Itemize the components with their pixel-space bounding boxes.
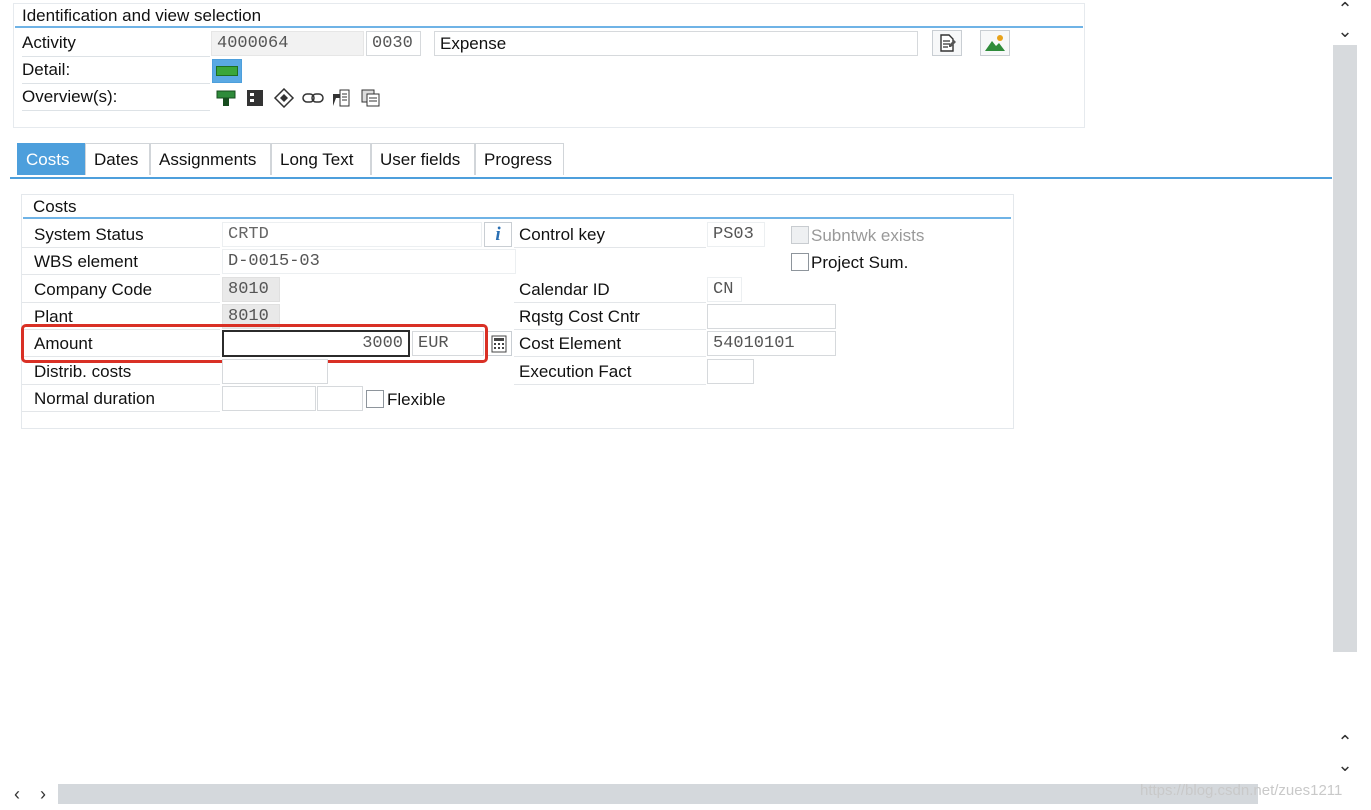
- identification-title-rule: [15, 26, 1083, 28]
- watermark-text: https://blog.csdn.net/zues1211: [1140, 782, 1343, 799]
- flexible-label: Flexible: [387, 390, 446, 409]
- page-up-icon[interactable]: ⌃: [1335, 733, 1355, 751]
- graphic-view-button[interactable]: [980, 30, 1010, 56]
- costs-group-title: Costs: [33, 197, 77, 216]
- project-sum-label: Project Sum.: [811, 253, 909, 272]
- overview-documents-button[interactable]: [328, 86, 356, 110]
- components-icon: [247, 90, 263, 106]
- execution-fact-field[interactable]: [707, 359, 754, 384]
- calendar-id-label: Calendar ID: [514, 277, 706, 303]
- scroll-down-icon[interactable]: ⌄: [1335, 22, 1355, 40]
- tab-dates[interactable]: Dates: [85, 143, 150, 175]
- scroll-up-icon[interactable]: ⌃: [1335, 0, 1355, 18]
- network-overview-icon: [216, 90, 236, 106]
- mountain-graphic-icon: [985, 35, 1005, 51]
- identification-title: Identification and view selection: [22, 6, 262, 25]
- company-code-field[interactable]: 8010: [222, 277, 280, 302]
- documents-icon: [333, 89, 350, 107]
- amount-highlight-box: [21, 324, 488, 363]
- tab-costs[interactable]: Costs: [17, 143, 85, 175]
- normal-duration-field[interactable]: [222, 386, 316, 411]
- cost-element-label: Cost Element: [514, 331, 706, 357]
- rqstg-cost-cntr-field[interactable]: [707, 304, 836, 329]
- distrib-costs-field[interactable]: [222, 359, 328, 384]
- wbs-element-label: WBS element: [22, 249, 220, 275]
- overview-components-button[interactable]: [241, 86, 269, 110]
- calculator-icon: [491, 335, 507, 352]
- costs-title-rule: [23, 217, 1011, 219]
- flexible-checkbox[interactable]: [366, 390, 384, 408]
- tab-user-fields[interactable]: User fields: [371, 143, 475, 175]
- info-icon: i: [495, 223, 501, 245]
- stacked-pages-icon: [361, 89, 380, 107]
- subntwk-exists-checkbox[interactable]: [791, 226, 809, 244]
- subntwk-exists-label: Subntwk exists: [811, 226, 925, 245]
- tab-long-text[interactable]: Long Text: [271, 143, 371, 175]
- edit-document-icon: [940, 34, 956, 52]
- activity-description-field[interactable]: Expense: [434, 31, 918, 56]
- edit-document-button[interactable]: [932, 30, 962, 56]
- cost-element-field[interactable]: 54010101: [707, 331, 836, 356]
- company-code-label: Company Code: [22, 277, 220, 303]
- detail-view-button[interactable]: [212, 59, 242, 83]
- overview-buttons: [212, 86, 410, 112]
- milestone-diamond-icon: [273, 88, 295, 108]
- rqstg-cost-cntr-label: Rqstg Cost Cntr: [514, 304, 706, 330]
- activity-number-field[interactable]: 4000064: [211, 31, 364, 56]
- control-key-field[interactable]: PS03: [707, 222, 765, 247]
- overview-milestones-button[interactable]: [270, 86, 298, 110]
- normal-duration-label: Normal duration: [22, 386, 220, 412]
- duration-unit-field[interactable]: [317, 386, 363, 411]
- vertical-scroll-thumb[interactable]: [1333, 45, 1357, 652]
- status-info-button[interactable]: i: [484, 222, 512, 247]
- control-key-label: Control key: [514, 222, 706, 248]
- system-status-value: CRTD: [222, 222, 482, 247]
- overview-relationships-button[interactable]: [299, 86, 327, 110]
- scroll-right-icon[interactable]: ›: [34, 785, 52, 803]
- project-sum-checkbox[interactable]: [791, 253, 809, 271]
- detail-screen-icon: [216, 66, 238, 76]
- calendar-id-field[interactable]: CN: [707, 277, 742, 302]
- execution-fact-label: Execution Fact: [514, 359, 706, 385]
- overview-network-button[interactable]: [212, 86, 240, 110]
- system-status-label: System Status: [22, 222, 220, 248]
- tab-progress[interactable]: Progress: [475, 143, 564, 175]
- overview-prt-button[interactable]: [357, 86, 385, 110]
- detail-label: Detail:: [22, 60, 210, 84]
- horizontal-scroll-thumb[interactable]: [58, 784, 1258, 804]
- wbs-element-field[interactable]: D-0015-03: [222, 249, 516, 274]
- calculator-button[interactable]: [486, 331, 512, 356]
- tab-strip-rule: [10, 177, 1332, 179]
- activity-subnumber-field[interactable]: 0030: [366, 31, 421, 56]
- activity-label: Activity: [22, 33, 210, 57]
- link-chain-icon: [302, 93, 324, 103]
- overviews-label: Overview(s):: [22, 87, 210, 111]
- scroll-left-icon[interactable]: ‹: [8, 785, 26, 803]
- page-down-icon[interactable]: ⌄: [1335, 756, 1355, 774]
- tab-assignments[interactable]: Assignments: [150, 143, 271, 175]
